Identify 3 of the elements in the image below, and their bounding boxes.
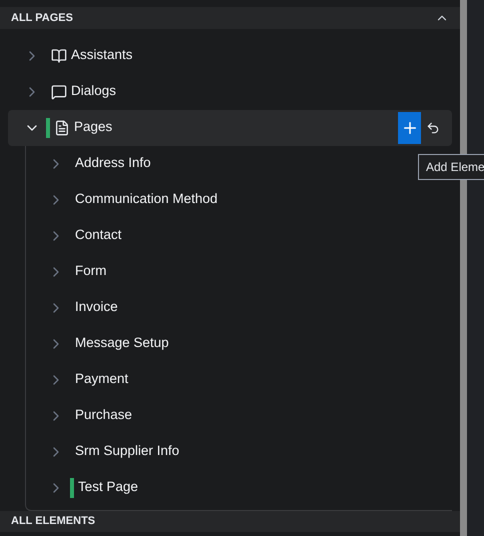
section-title: ALL PAGES xyxy=(11,10,73,26)
section-title: ALL ELEMENTS xyxy=(11,514,96,530)
tooltip: Add Eleme xyxy=(418,154,484,180)
